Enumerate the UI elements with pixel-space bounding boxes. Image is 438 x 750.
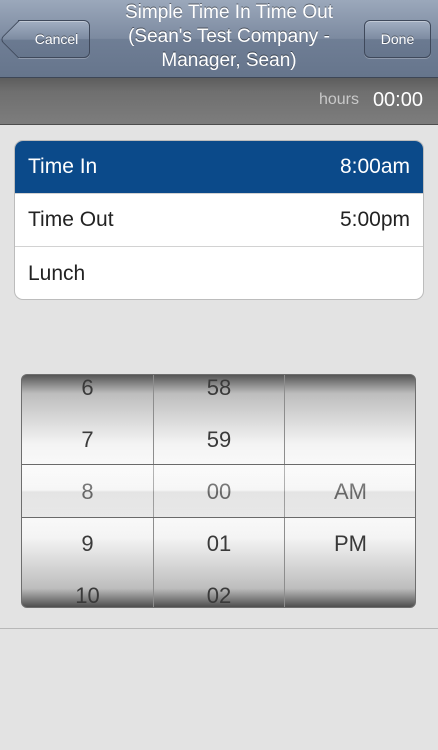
- time-in-value: 8:00am: [339, 155, 410, 178]
- time-entry-list: Time In 8:00am Time Out 5:00pm Lunch: [14, 140, 424, 300]
- bottom-divider: [0, 628, 438, 629]
- time-picker[interactable]: 6 7 8 9 10 58 59 00 01 02 AM PM: [21, 374, 416, 608]
- cancel-button[interactable]: Cancel: [0, 20, 90, 59]
- time-out-row[interactable]: Time Out 5:00pm: [15, 194, 423, 247]
- time-in-row[interactable]: Time In 8:00am: [15, 141, 423, 194]
- picker-hour-selected[interactable]: 8: [22, 466, 153, 518]
- picker-hour-option[interactable]: 6: [22, 375, 153, 414]
- hour-wheel[interactable]: 6 7 8 9 10: [22, 375, 154, 607]
- cancel-button-label: Cancel: [34, 31, 79, 47]
- lunch-row[interactable]: Lunch: [15, 247, 423, 299]
- picker-minute-option[interactable]: 58: [154, 375, 284, 414]
- picker-hour-option[interactable]: 10: [22, 570, 153, 607]
- page-title: Simple Time In Time Out (Sean's Test Com…: [124, 2, 333, 71]
- hours-label: hours: [318, 91, 359, 108]
- picker-minute-option[interactable]: 59: [154, 414, 284, 466]
- back-arrow-shape: [0, 20, 38, 59]
- done-button-label: Done: [380, 31, 415, 47]
- picker-hour-option[interactable]: 7: [22, 414, 153, 466]
- hours-summary-bar: hours 00:00: [0, 78, 438, 125]
- picker-minute-option[interactable]: 02: [154, 570, 284, 607]
- hours-value: 00:00: [372, 89, 423, 111]
- picker-ampm-selected[interactable]: AM: [285, 466, 415, 518]
- ampm-wheel[interactable]: AM PM: [285, 375, 415, 607]
- minute-wheel[interactable]: 58 59 00 01 02: [154, 375, 285, 607]
- picker-minute-option[interactable]: 01: [154, 518, 284, 570]
- done-button[interactable]: Done: [364, 20, 431, 58]
- time-out-label: Time Out: [28, 208, 114, 231]
- time-in-label: Time In: [28, 155, 98, 178]
- lunch-label: Lunch: [28, 261, 86, 285]
- picker-hour-option[interactable]: 9: [22, 518, 153, 570]
- time-out-value: 5:00pm: [339, 208, 410, 231]
- picker-ampm-option[interactable]: PM: [285, 518, 415, 570]
- navigation-bar: Cancel Simple Time In Time Out (Sean's T…: [0, 0, 438, 78]
- picker-minute-selected[interactable]: 00: [154, 466, 284, 518]
